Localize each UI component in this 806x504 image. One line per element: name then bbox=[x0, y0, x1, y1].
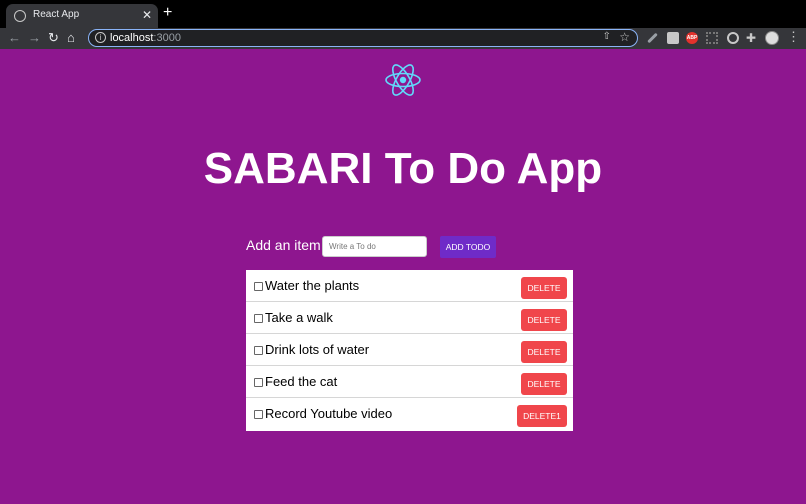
url-text[interactable]: localhost:3000 bbox=[110, 32, 181, 44]
todo-checkbox[interactable] bbox=[254, 378, 263, 387]
delete-button[interactable]: DELETE bbox=[521, 341, 567, 363]
todo-item: Water the plants DELETE bbox=[246, 270, 573, 302]
todo-checkbox[interactable] bbox=[254, 410, 263, 419]
todo-input[interactable] bbox=[322, 236, 427, 257]
react-logo-icon bbox=[385, 64, 421, 96]
todo-text: Drink lots of water bbox=[265, 342, 370, 357]
puzzle-extensions-icon[interactable]: ✚ bbox=[746, 32, 758, 44]
todo-checkbox[interactable] bbox=[254, 282, 263, 291]
delete-button[interactable]: DELETE1 bbox=[517, 405, 567, 427]
kebab-menu-icon[interactable]: ⋮ bbox=[787, 30, 800, 44]
close-tab-icon[interactable]: ✕ bbox=[142, 8, 152, 22]
extension-icon[interactable] bbox=[667, 32, 679, 44]
url-host: localhost bbox=[110, 32, 154, 44]
add-todo-button[interactable]: ADD TODO bbox=[440, 236, 496, 258]
delete-button[interactable]: DELETE bbox=[521, 277, 567, 299]
browser-toolbar: ← → ↻ ⌂ i localhost:3000 ⇧ ☆ ABP ✚ ⋮ bbox=[0, 28, 806, 49]
todo-checkbox[interactable] bbox=[254, 346, 263, 355]
browser-tab-strip: React App ✕ + bbox=[0, 0, 806, 28]
todo-item: Record Youtube video DELETE1 bbox=[246, 398, 573, 430]
globe-icon bbox=[14, 10, 26, 22]
todo-item: Take a walk DELETE bbox=[246, 302, 573, 334]
profile-avatar[interactable] bbox=[765, 31, 779, 45]
todo-text: Take a walk bbox=[265, 310, 333, 325]
delete-button[interactable]: DELETE bbox=[521, 309, 567, 331]
home-icon[interactable]: ⌂ bbox=[67, 31, 75, 45]
add-item-label: Add an item... bbox=[246, 237, 333, 253]
back-arrow-icon[interactable]: ← bbox=[8, 31, 21, 45]
bookmark-star-icon[interactable]: ☆ bbox=[619, 30, 630, 44]
todo-checkbox[interactable] bbox=[254, 314, 263, 323]
todo-item: Drink lots of water DELETE bbox=[246, 334, 573, 366]
adblock-plus-icon[interactable]: ABP bbox=[686, 32, 698, 44]
todo-text: Feed the cat bbox=[265, 374, 338, 389]
reload-icon[interactable]: ↻ bbox=[48, 31, 59, 45]
todo-text: Record Youtube video bbox=[265, 406, 393, 421]
url-port: :3000 bbox=[153, 32, 181, 44]
address-bar[interactable]: i localhost:3000 ⇧ ☆ bbox=[88, 29, 638, 47]
delete-button[interactable]: DELETE bbox=[521, 373, 567, 395]
dotted-extension-icon[interactable] bbox=[706, 32, 718, 44]
page-title: SABARI To Do App bbox=[203, 144, 603, 193]
gear-extension-icon[interactable] bbox=[727, 32, 739, 44]
tab-title: React App bbox=[33, 9, 80, 20]
todo-item: Feed the cat DELETE bbox=[246, 366, 573, 398]
todo-text: Water the plants bbox=[265, 278, 360, 293]
forward-arrow-icon[interactable]: → bbox=[28, 31, 41, 45]
new-tab-button[interactable]: + bbox=[163, 5, 172, 21]
share-icon[interactable]: ⇧ bbox=[603, 31, 611, 42]
todo-list: Water the plants DELETE Take a walk DELE… bbox=[246, 270, 573, 431]
pen-extension-icon[interactable] bbox=[647, 32, 658, 44]
info-icon[interactable]: i bbox=[95, 32, 106, 43]
browser-tab[interactable]: React App ✕ bbox=[6, 4, 158, 28]
